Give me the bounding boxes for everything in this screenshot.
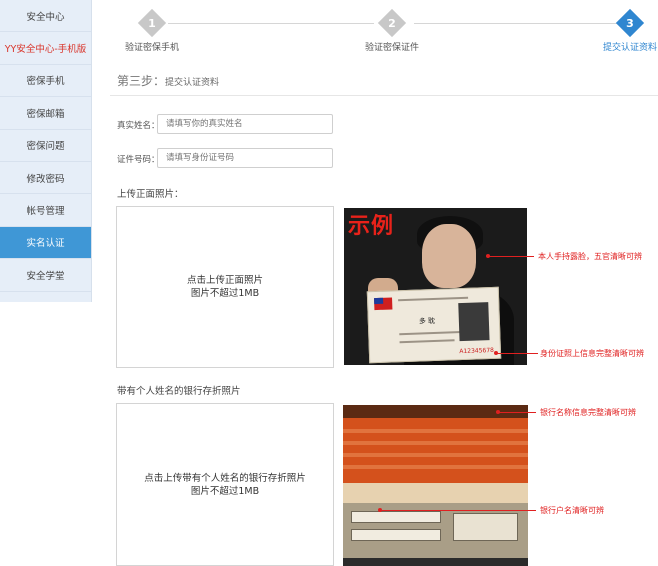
passbook-stripe [343,429,528,433]
person-face [422,224,476,288]
id-card-number: A12345678 [459,346,495,356]
sidebar-item-change-password[interactable]: 修改密码 [0,162,91,195]
passbook-stripe [343,465,528,469]
annotation-line [488,256,534,257]
passbook-page [343,503,528,566]
step-1-label: 验证密保手机 [124,43,179,53]
id-card-image: 多 耽 A12345678 [366,286,502,364]
annotation-card-note: 身份证照上信息完整清晰可辨 [540,349,644,358]
annotation-account-name-note: 银行户名清晰可辨 [540,506,604,515]
step-3-diamond-icon: 3 [615,8,645,38]
example-bank-photo [343,405,528,566]
id-number-input[interactable] [157,148,333,168]
passbook-stripe [343,453,528,457]
step-connector [168,23,374,24]
step-1: 1 验证密保手机 [122,8,182,53]
id-card-name: 多 耽 [418,316,436,326]
example-id-photo: 多 耽 A12345678 示例 [344,208,527,365]
step-title-text: 提交认证资料 [165,78,220,88]
sidebar-nav: 安全中心 YY安全中心-手机版 密保手机 密保邮箱 密保问题 修改密码 帐号管理… [0,0,92,302]
sidebar-item-mobile-version[interactable]: YY安全中心-手机版 [0,32,91,65]
front-photo-size-limit: 图片不超过1MB [190,288,260,299]
page-title: 第三步：提交认证资料 [117,72,219,89]
bank-photo-upload-text: 点击上传带有个人姓名的银行存折照片 [144,472,306,484]
real-name-input[interactable] [157,114,333,134]
bank-photo-section-title: 带有个人姓名的银行存折照片 [117,386,241,397]
step-3-number: 3 [626,16,634,30]
step-prefix: 第三步： [117,74,166,88]
step-2-number: 2 [388,16,396,30]
id-card-text-line [398,296,469,302]
sidebar-item-security-school[interactable]: 安全学堂 [0,259,91,292]
step-2-diamond-icon: 2 [377,8,407,38]
sidebar-item-account-management[interactable]: 帐号管理 [0,194,91,227]
step-2: 2 验证密保证件 [362,8,422,53]
sidebar-item-security-phone[interactable]: 密保手机 [0,65,91,98]
annotation-line [380,510,536,511]
passbook-stamp-field [453,513,518,541]
passbook-name-field [351,511,441,523]
passbook-cover [343,405,528,483]
front-photo-upload-button[interactable]: 点击上传正面照片 图片不超过1MB [116,206,334,368]
title-divider [110,95,658,96]
passbook-barcode-strip [343,558,528,566]
front-photo-upload-text: 点击上传正面照片 [186,275,263,286]
step-progress: 1 验证密保手机 2 验证密保证件 3 提交认证资料 [110,8,658,60]
sidebar-item-security-center[interactable]: 安全中心 [0,0,91,33]
bank-photo-size-limit: 图片不超过1MB [190,485,260,497]
step-1-number: 1 [148,16,156,30]
real-name-label: 真实姓名： [117,121,160,131]
id-card-text-line [399,331,462,336]
sidebar-item-real-name-auth[interactable]: 实名认证 [0,226,91,260]
annotation-bank-name-note: 银行名称信息完整清晰可辨 [540,408,636,417]
step-3-label: 提交认证资料 [602,43,657,53]
id-number-label: 证件号码： [117,155,160,165]
step-connector [414,23,618,24]
annotation-line [498,412,536,413]
step-2-label: 验证密保证件 [364,43,419,53]
step-1-diamond-icon: 1 [137,8,167,38]
sidebar-item-security-question[interactable]: 密保问题 [0,130,91,162]
passbook-band [343,483,528,503]
id-card-portrait [458,302,490,342]
annotation-face-note: 本人手持露脸，五官清晰可辨 [538,252,642,261]
front-photo-section-title: 上传正面照片： [117,189,184,200]
id-card-text-line [399,339,455,344]
bank-photo-upload-button[interactable]: 点击上传带有个人姓名的银行存折照片 图片不超过1MB [116,403,334,566]
annotation-line [496,353,538,354]
example-badge: 示例 [348,214,395,239]
passbook-account-field [351,529,441,541]
flag-icon [374,297,393,311]
sidebar-item-security-email[interactable]: 密保邮箱 [0,97,91,130]
step-3: 3 提交认证资料 [602,8,658,53]
passbook-stripe [343,441,528,445]
